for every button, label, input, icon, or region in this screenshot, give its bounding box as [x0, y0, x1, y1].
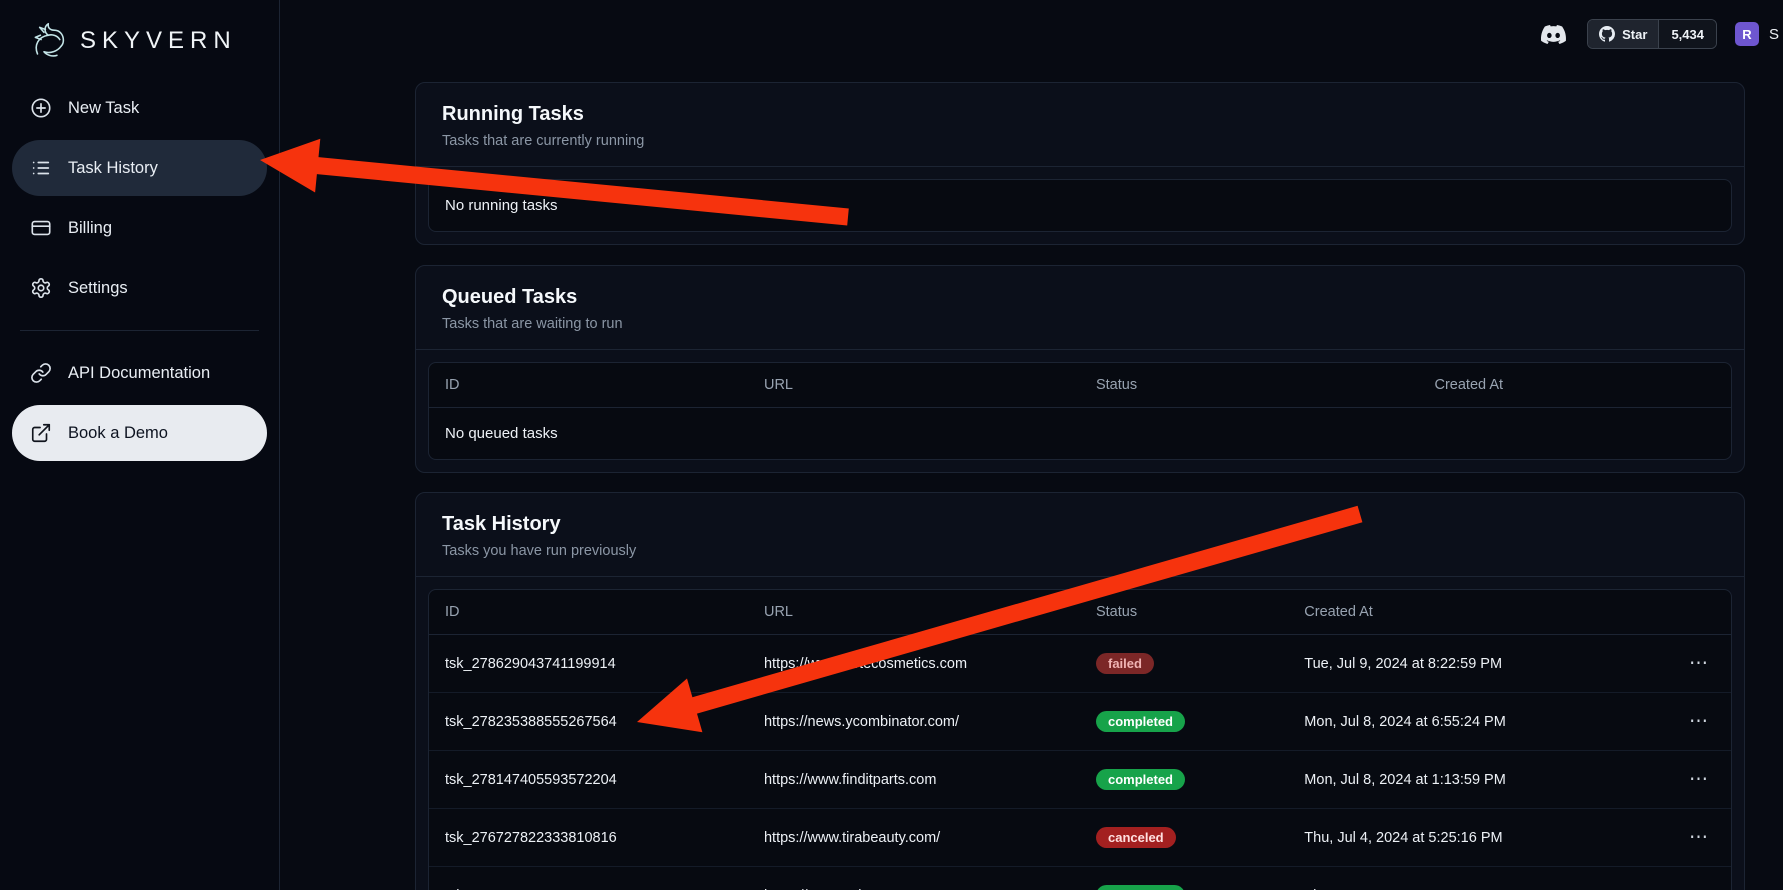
queued-tasks-subtitle: Tasks that are waiting to run [442, 316, 1718, 332]
task-history-table: ID URL Status Created At tsk_27862904374… [429, 590, 1731, 890]
running-tasks-header: Running Tasks Tasks that are currently r… [416, 83, 1744, 167]
status-badge: completed [1096, 885, 1185, 890]
sidebar-item-label: New Task [68, 99, 139, 118]
sidebar-secondary-nav: API Documentation Book a Demo [0, 345, 279, 461]
avatar[interactable]: R [1735, 22, 1759, 46]
topbar: Star 5,434 R S [1538, 19, 1779, 49]
sidebar-item-label: API Documentation [68, 364, 210, 383]
link-icon [30, 362, 52, 384]
queued-tasks-empty-state: No queued tasks [429, 408, 1731, 460]
column-header-id: ID [429, 363, 748, 408]
github-star-label: Star [1622, 27, 1647, 42]
github-star-segment[interactable]: Star [1588, 20, 1658, 48]
column-header-id: ID [429, 590, 748, 635]
sidebar-item-billing[interactable]: Billing [12, 200, 267, 256]
github-star-count[interactable]: 5,434 [1658, 20, 1716, 48]
row-actions-button[interactable]: ⋯ [1689, 885, 1709, 890]
github-icon [1599, 26, 1615, 42]
skyvern-logo-icon [26, 18, 72, 64]
column-header-url: URL [748, 590, 1080, 635]
running-tasks-title: Running Tasks [442, 103, 1718, 126]
book-a-demo-button[interactable]: Book a Demo [12, 405, 267, 461]
table-row[interactable]: tsk_278147405593572204 https://www.findi… [429, 751, 1731, 809]
credit-card-icon [30, 217, 52, 239]
task-url-cell: https://www.geico.com [748, 867, 1080, 890]
sidebar-item-label: Settings [68, 279, 128, 298]
column-header-status: Status [1080, 590, 1288, 635]
table-row[interactable]: tsk_278235388555267564 https://news.ycom… [429, 693, 1731, 751]
status-badge: completed [1096, 711, 1185, 732]
task-created-cell: Tue, Jul 9, 2024 at 8:22:59 PM [1288, 635, 1653, 693]
task-url-cell: https://www.tirabeauty.com/ [748, 809, 1080, 867]
table-row[interactable]: tsk_276727822333810816 https://www.tirab… [429, 809, 1731, 867]
task-id-cell: tsk_276727822333810816 [429, 809, 748, 867]
task-id-cell: tsk_278147405593572204 [429, 751, 748, 809]
task-created-cell: Mon, Jul 8, 2024 at 1:13:59 PM [1288, 751, 1653, 809]
logo-text: SKYVERN [80, 27, 237, 55]
plus-circle-icon [30, 97, 52, 119]
status-badge: failed [1096, 653, 1154, 674]
task-history-card: Task History Tasks you have run previous… [415, 492, 1745, 890]
column-header-created-at: Created At [1419, 363, 1732, 408]
task-id-cell: tsk_278235388555267564 [429, 693, 748, 751]
column-header-url: URL [748, 363, 1080, 408]
sidebar-item-api-documentation[interactable]: API Documentation [12, 345, 267, 401]
task-history-title: Task History [442, 513, 1718, 536]
task-url-cell: https://www.finditparts.com [748, 751, 1080, 809]
row-actions-button[interactable]: ⋯ [1689, 711, 1709, 732]
discord-icon[interactable] [1538, 22, 1569, 47]
queued-tasks-title: Queued Tasks [442, 286, 1718, 309]
task-url-cell: https://www.tartecosmetics.com [748, 635, 1080, 693]
sidebar-item-label: Billing [68, 219, 112, 238]
gear-icon [30, 277, 52, 299]
username-partial: S [1769, 26, 1779, 43]
sidebar-nav: New Task Task History Billing Settings [0, 80, 279, 316]
running-tasks-empty-state: No running tasks [429, 180, 1731, 231]
running-tasks-subtitle: Tasks that are currently running [442, 133, 1718, 149]
task-id-cell: tsk_278629043741199914 [429, 635, 748, 693]
sidebar: SKYVERN New Task Task History Billing [0, 0, 280, 890]
task-history-subtitle: Tasks you have run previously [442, 543, 1718, 559]
status-badge: completed [1096, 769, 1185, 790]
task-url-cell: https://news.ycombinator.com/ [748, 693, 1080, 751]
column-header-actions [1653, 590, 1731, 635]
list-icon [30, 157, 52, 179]
status-badge: canceled [1096, 827, 1176, 848]
queued-tasks-card: Queued Tasks Tasks that are waiting to r… [415, 265, 1745, 473]
external-link-icon [30, 422, 52, 444]
column-header-status: Status [1080, 363, 1419, 408]
row-actions-button[interactable]: ⋯ [1689, 827, 1709, 848]
task-created-cell: Mon, Jul 8, 2024 at 6:55:24 PM [1288, 693, 1653, 751]
sidebar-item-label: Book a Demo [68, 424, 168, 443]
sidebar-item-label: Task History [68, 159, 158, 178]
running-tasks-card: Running Tasks Tasks that are currently r… [415, 82, 1745, 245]
table-row[interactable]: tsk_278629043741199914 https://www.tarte… [429, 635, 1731, 693]
row-actions-button[interactable]: ⋯ [1689, 653, 1709, 674]
queued-tasks-header: Queued Tasks Tasks that are waiting to r… [416, 266, 1744, 350]
queued-tasks-table: ID URL Status Created At No queued tasks [429, 363, 1731, 459]
task-created-cell: Thu, Jun 27, 2024 at 8:38:58 PM [1288, 867, 1653, 890]
sidebar-divider [20, 330, 259, 331]
table-row[interactable]: tsk_274180139292204058 https://www.geico… [429, 867, 1731, 890]
github-star-button[interactable]: Star 5,434 [1587, 19, 1717, 49]
sidebar-item-task-history[interactable]: Task History [12, 140, 267, 196]
sidebar-item-settings[interactable]: Settings [12, 260, 267, 316]
task-id-cell: tsk_274180139292204058 [429, 867, 748, 890]
logo: SKYVERN [0, 0, 279, 66]
task-history-header: Task History Tasks you have run previous… [416, 493, 1744, 577]
column-header-created-at: Created At [1288, 590, 1653, 635]
row-actions-button[interactable]: ⋯ [1689, 769, 1709, 790]
sidebar-item-new-task[interactable]: New Task [12, 80, 267, 136]
task-created-cell: Thu, Jul 4, 2024 at 5:25:16 PM [1288, 809, 1653, 867]
